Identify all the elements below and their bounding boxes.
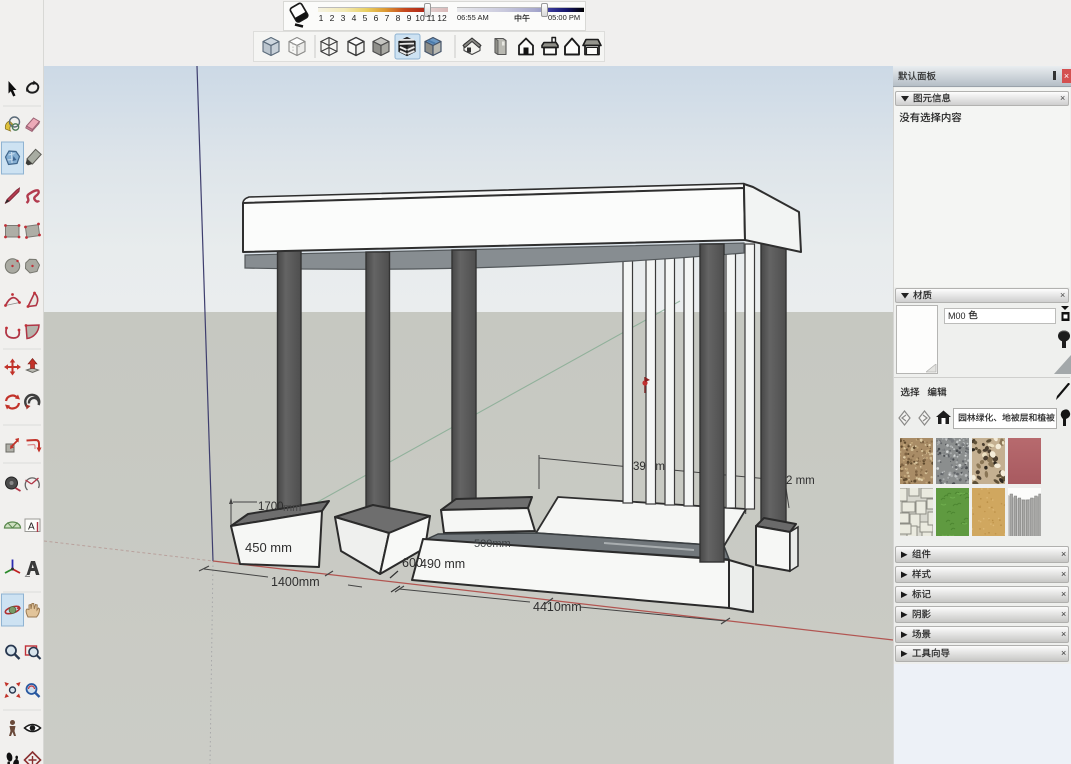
svg-text:450 mm: 450 mm	[245, 540, 292, 555]
svg-text:A: A	[28, 522, 35, 533]
svg-text:1700: 1700	[258, 501, 284, 513]
svg-text:4410mm: 4410mm	[533, 600, 582, 614]
svg-text:500mm: 500mm	[474, 538, 511, 550]
svg-text:mm: mm	[283, 502, 301, 514]
svg-text:490 mm: 490 mm	[420, 557, 465, 571]
svg-text:2 mm: 2 mm	[786, 475, 815, 487]
svg-text:1400mm: 1400mm	[271, 575, 320, 589]
